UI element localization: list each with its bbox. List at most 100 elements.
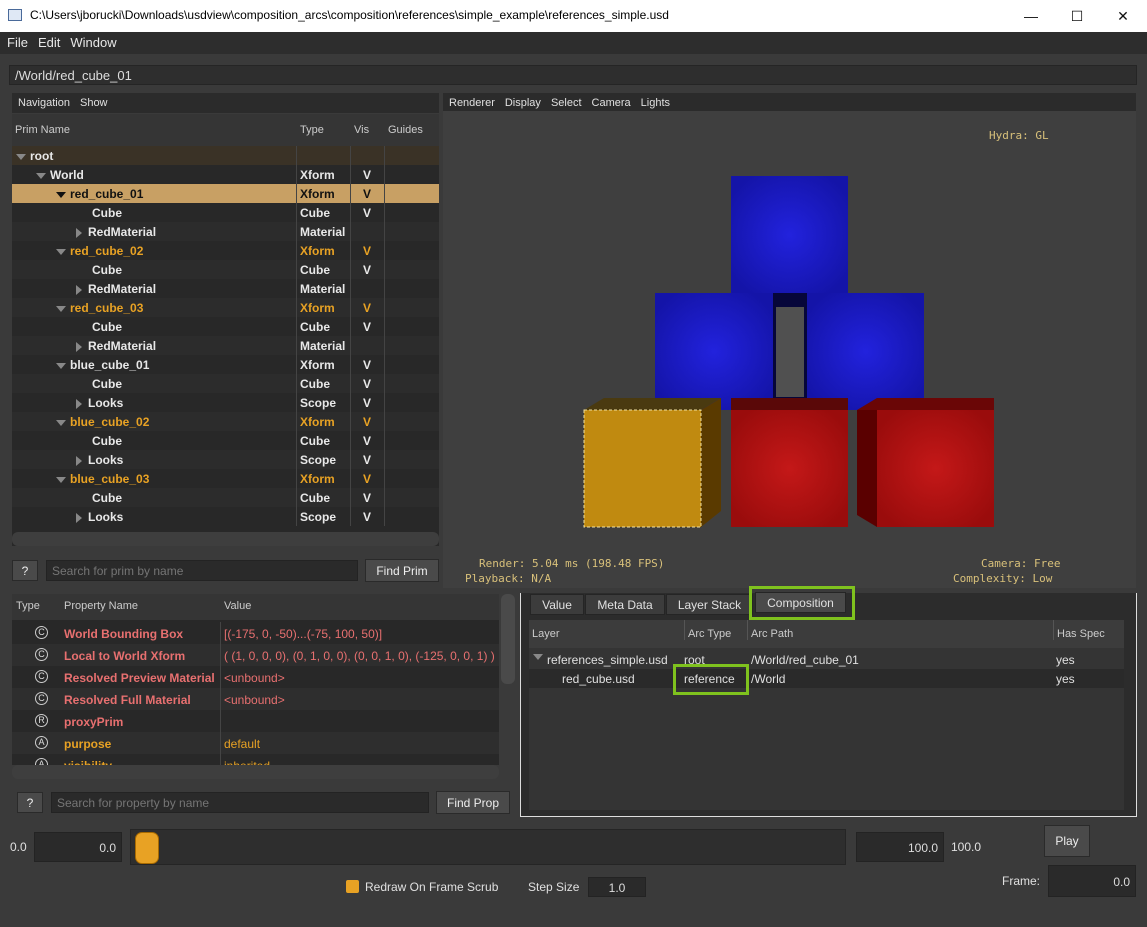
tree-row[interactable]: RedMaterial Material: [12, 222, 439, 241]
menu-display[interactable]: Display: [499, 93, 545, 109]
expand-icon[interactable]: [533, 654, 543, 660]
col-arc-type[interactable]: Arc Type: [684, 620, 731, 640]
tree-row[interactable]: Cube Cube V: [12, 203, 439, 222]
collapse-icon[interactable]: [36, 172, 46, 179]
prim-vis[interactable]: V: [363, 168, 371, 182]
property-row[interactable]: RproxyPrim: [12, 710, 499, 732]
find-prim-button[interactable]: Find Prim: [365, 559, 439, 582]
prop-help-button[interactable]: ?: [17, 792, 43, 813]
tree-row[interactable]: Cube Cube V: [12, 374, 439, 393]
col-type[interactable]: Type: [300, 124, 324, 136]
prim-vis[interactable]: V: [363, 244, 371, 258]
frame-slider[interactable]: [130, 829, 846, 865]
expand-icon[interactable]: [76, 455, 82, 466]
property-row[interactable]: C Resolved Preview Material <unbound>: [12, 666, 499, 688]
expand-icon[interactable]: [76, 284, 82, 295]
tree-row[interactable]: RedMaterial Material: [12, 336, 439, 355]
col-prim-name[interactable]: Prim Name: [15, 124, 70, 136]
props-scrollbar-h[interactable]: [12, 765, 499, 779]
tree-row[interactable]: red_cube_03 Xform V: [12, 298, 439, 317]
find-prop-button[interactable]: Find Prop: [436, 791, 510, 814]
tree-row[interactable]: blue_cube_03 Xform V: [12, 469, 439, 488]
menu-select[interactable]: Select: [545, 93, 586, 109]
minimize-button[interactable]: —: [1008, 0, 1054, 32]
tree-row[interactable]: Cube Cube V: [12, 317, 439, 336]
tree-row[interactable]: Looks Scope V: [12, 507, 439, 526]
menu-edit[interactable]: Edit: [31, 32, 63, 50]
col-prop-type[interactable]: Type: [16, 600, 40, 612]
tab-value[interactable]: Value: [530, 594, 584, 615]
prim-search-input[interactable]: [46, 560, 358, 581]
prim-vis[interactable]: V: [363, 358, 371, 372]
close-button[interactable]: ✕: [1100, 0, 1146, 32]
prim-vis[interactable]: V: [363, 453, 371, 467]
property-row[interactable]: Avisibilityinherited: [12, 754, 499, 765]
prim-tree[interactable]: Prim Name Type Vis Guides root World Xform…: [12, 114, 439, 546]
prim-vis[interactable]: V: [363, 263, 371, 277]
property-row[interactable]: C World Bounding Box [(-175, 0, -50)...(-7…: [12, 622, 499, 644]
expand-icon[interactable]: [76, 512, 82, 523]
prim-vis[interactable]: V: [363, 472, 371, 486]
col-prop-value[interactable]: Value: [224, 600, 251, 612]
prim-vis[interactable]: V: [363, 377, 371, 391]
prim-vis[interactable]: V: [363, 396, 371, 410]
tree-row[interactable]: Cube Cube V: [12, 260, 439, 279]
menu-file[interactable]: File: [0, 32, 31, 50]
menu-camera[interactable]: Camera: [586, 93, 635, 109]
col-prop-name[interactable]: Property Name: [64, 600, 138, 612]
property-row[interactable]: C Resolved Full Material <unbound>: [12, 688, 499, 710]
prim-vis[interactable]: V: [363, 491, 371, 505]
tree-scrollbar[interactable]: [12, 532, 439, 546]
property-row[interactable]: C Local to World Xform ( (1, 0, 0, 0), (0,…: [12, 644, 499, 666]
end-frame-field[interactable]: 100.0: [856, 832, 944, 862]
start-frame-field[interactable]: 0.0: [34, 832, 122, 862]
3d-viewport[interactable]: Hydra: GL Render: 5.04 ms (198.48 FPS) P…: [443, 111, 1136, 588]
redraw-checkbox[interactable]: [346, 880, 359, 893]
prim-vis[interactable]: V: [363, 301, 371, 315]
tree-row[interactable]: Cube Cube V: [12, 431, 439, 450]
expand-icon[interactable]: [76, 227, 82, 238]
menu-renderer[interactable]: Renderer: [443, 93, 499, 109]
composition-table[interactable]: Layer Arc Type Arc Path Has Spec referen…: [529, 620, 1124, 810]
menu-navigation[interactable]: Navigation: [12, 93, 74, 109]
col-vis[interactable]: Vis: [354, 124, 369, 136]
tree-row[interactable]: Cube Cube V: [12, 488, 439, 507]
tree-row[interactable]: blue_cube_01 Xform V: [12, 355, 439, 374]
comp-row-root[interactable]: references_simple.usd root /World/red_cu…: [529, 650, 1124, 669]
maximize-button[interactable]: ☐: [1054, 0, 1100, 32]
tree-row[interactable]: World Xform V: [12, 165, 439, 184]
step-size-field[interactable]: 1.0: [588, 877, 646, 897]
prim-vis[interactable]: V: [363, 415, 371, 429]
collapse-icon[interactable]: [56, 419, 66, 426]
col-has-spec[interactable]: Has Spec: [1053, 620, 1105, 640]
prim-help-button[interactable]: ?: [12, 560, 38, 581]
collapse-icon[interactable]: [56, 248, 66, 255]
menu-lights[interactable]: Lights: [635, 93, 674, 109]
slider-handle[interactable]: [135, 832, 159, 864]
frame-field[interactable]: 0.0: [1048, 865, 1136, 897]
prop-search-input[interactable]: [51, 792, 429, 813]
collapse-icon[interactable]: [56, 362, 66, 369]
menu-show[interactable]: Show: [74, 93, 112, 109]
play-button[interactable]: Play: [1044, 825, 1090, 857]
comp-row-reference[interactable]: red_cube.usd reference /World yes: [529, 669, 1124, 688]
prim-vis[interactable]: V: [363, 320, 371, 334]
tree-row[interactable]: root: [12, 146, 439, 165]
props-scrollbar-v[interactable]: [501, 594, 515, 684]
collapse-icon[interactable]: [56, 191, 66, 198]
prim-vis[interactable]: V: [363, 434, 371, 448]
collapse-icon[interactable]: [56, 476, 66, 483]
collapse-icon[interactable]: [56, 305, 66, 312]
tab-layer-stack[interactable]: Layer Stack: [666, 594, 753, 615]
tree-row[interactable]: Looks Scope V: [12, 450, 439, 469]
prim-vis[interactable]: V: [363, 206, 371, 220]
expand-icon[interactable]: [76, 398, 82, 409]
menu-window[interactable]: Window: [63, 32, 119, 50]
tree-row[interactable]: RedMaterial Material: [12, 279, 439, 298]
property-row[interactable]: Apurpose default: [12, 732, 499, 754]
col-layer[interactable]: Layer: [532, 628, 560, 640]
collapse-icon[interactable]: [16, 153, 26, 160]
tree-row[interactable]: red_cube_02 Xform V: [12, 241, 439, 260]
tab-meta-data[interactable]: Meta Data: [585, 594, 665, 615]
prim-vis[interactable]: V: [363, 187, 371, 201]
